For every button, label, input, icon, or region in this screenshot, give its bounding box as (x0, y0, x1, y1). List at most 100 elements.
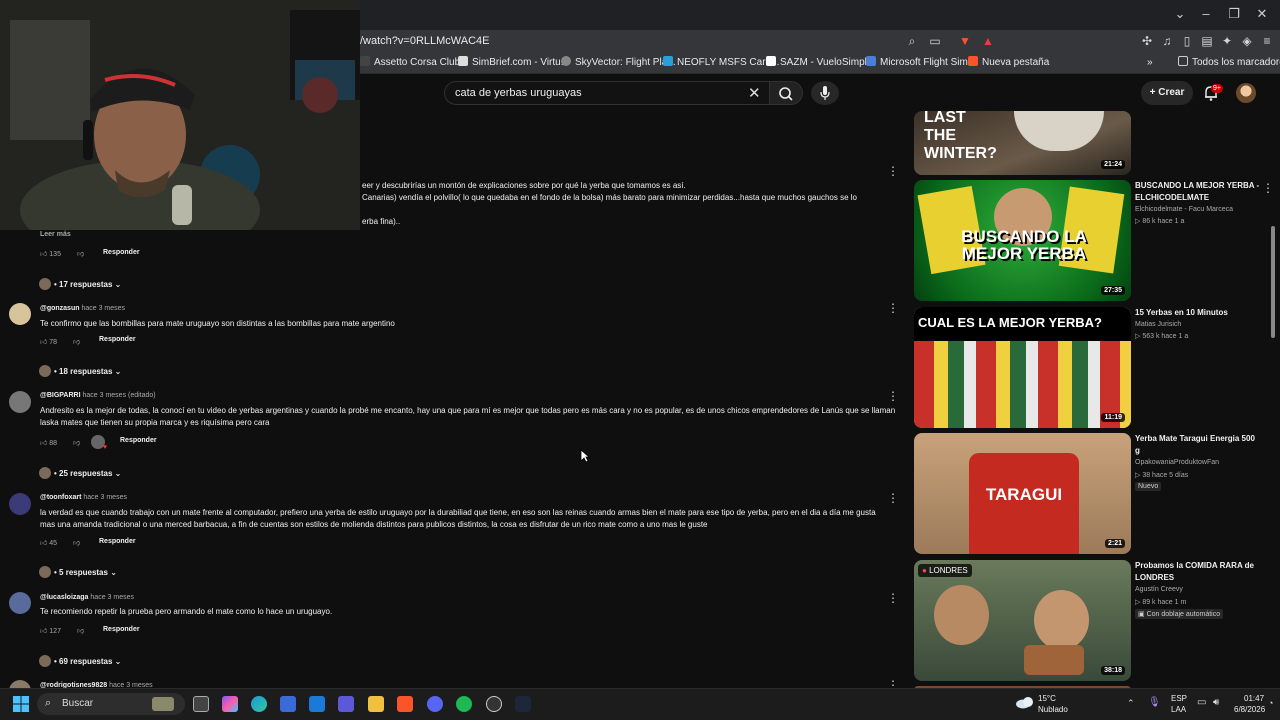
more-options-icon[interactable]: ⋮ (887, 164, 899, 178)
comment-author[interactable]: @lucasloizaga hace 3 meses (40, 594, 134, 601)
reply-button[interactable]: Responder (120, 437, 157, 444)
task-view-icon[interactable] (193, 696, 209, 712)
search-button[interactable] (769, 81, 803, 105)
video-channel[interactable]: OpakowaniaProduktowFan (1135, 459, 1219, 466)
steam-icon[interactable] (515, 696, 531, 712)
cloud-icon[interactable] (1015, 695, 1035, 709)
microphone-icon[interactable]: 🎙︎ (1148, 697, 1161, 708)
copilot-icon[interactable] (222, 696, 238, 712)
chevron-up-icon[interactable]: ⌃ (1127, 698, 1135, 709)
comment-author[interactable]: @BIGPARRI hace 3 meses (editado) (40, 392, 156, 399)
video-thumbnail[interactable]: ● LONDRES 38:18 (914, 560, 1131, 681)
thumbs-down-icon[interactable]: 👎︎ (73, 438, 80, 447)
avatar[interactable] (9, 391, 31, 413)
view-replies-button[interactable]: • 17 respuestas ⌄ (39, 278, 121, 290)
file-explorer-icon[interactable] (368, 696, 384, 712)
thumbs-down-icon[interactable]: 👎︎ (73, 337, 80, 346)
clock-time[interactable]: 01:47 (1244, 694, 1264, 703)
video-channel[interactable]: Matias Jurisich (1135, 321, 1181, 328)
reply-button[interactable]: Responder (103, 626, 140, 633)
volume-icon[interactable]: 🔊︎ (1213, 697, 1219, 708)
extensions-icon[interactable]: ✣ (1139, 33, 1155, 49)
all-bookmarks[interactable]: Todos los marcadores (1178, 52, 1280, 74)
video-thumbnail[interactable]: BUSCANDO LA MEJOR YERBA 27:35 (914, 180, 1131, 301)
video-channel[interactable]: Agustín Creevy (1135, 586, 1183, 593)
clock-date[interactable]: 6/8/2026 (1234, 705, 1265, 714)
voice-search-button[interactable] (811, 81, 839, 105)
minimize-icon[interactable]: – (1196, 6, 1216, 21)
avatar[interactable] (9, 592, 31, 614)
close-icon[interactable]: ✕ (1252, 6, 1272, 22)
spotify-icon[interactable] (456, 696, 472, 712)
notifications-icon[interactable]: ◔ (1268, 698, 1273, 708)
account-avatar[interactable] (1236, 83, 1256, 103)
bookmark-item[interactable]: Nueva pestaña (968, 52, 1049, 74)
store-icon[interactable] (280, 696, 296, 712)
video-title[interactable]: BUSCANDO LA MEJOR YERBA - ELCHICODELMATE (1135, 180, 1260, 204)
view-replies-button[interactable]: • 25 respuestas ⌄ (39, 467, 121, 479)
thumbs-down-icon[interactable]: 👎︎ (73, 538, 80, 547)
discord-icon[interactable] (427, 696, 443, 712)
sidebar-icon[interactable]: ▯ (1179, 33, 1195, 49)
reply-button[interactable]: Responder (103, 249, 140, 256)
bookmark-item[interactable]: Assetto Corsa Club... (360, 52, 468, 74)
menu-icon[interactable]: ≡ (1259, 33, 1275, 49)
wallet-icon[interactable]: ▤ (1199, 33, 1215, 49)
windows-start-icon[interactable] (13, 696, 29, 712)
like-button[interactable]: 👍︎ 88 (40, 438, 57, 447)
like-button[interactable]: 👍︎ 78 (40, 337, 57, 346)
brave-icon[interactable] (397, 696, 413, 712)
scrollbar-thumb[interactable] (1271, 226, 1275, 338)
more-options-icon[interactable]: ⋮ (887, 389, 899, 403)
teams-icon[interactable] (338, 696, 354, 712)
like-button[interactable]: 👍︎ 135 (40, 249, 61, 258)
bookmark-item[interactable]: SAZM - VueloSimple (766, 52, 872, 74)
view-replies-button[interactable]: • 69 respuestas ⌄ (39, 655, 121, 667)
video-title[interactable]: Yerba Mate Taragui Energia 500 g (1135, 433, 1260, 457)
avatar[interactable] (9, 303, 31, 325)
video-channel[interactable]: Elchicodelmate - Facu Marceca (1135, 206, 1233, 213)
url-field[interactable]: /watch?v=0RLLMcWAC4E (360, 30, 490, 52)
leo-icon[interactable]: ✦ (1219, 33, 1235, 49)
network-icon[interactable]: ▭ (1197, 697, 1206, 708)
brave-rewards-icon[interactable]: ▲ (980, 33, 996, 49)
brave-shield-icon[interactable]: ▼ (957, 33, 973, 49)
read-more-link[interactable]: Leer más (40, 231, 71, 238)
create-button[interactable]: + Crear (1141, 81, 1193, 105)
reply-button[interactable]: Responder (99, 336, 136, 343)
view-replies-button[interactable]: • 5 respuestas ⌄ (39, 566, 117, 578)
like-button[interactable]: 👍︎ 45 (40, 538, 57, 547)
video-thumbnail[interactable]: TARAGUI 2:21 (914, 433, 1131, 554)
more-options-icon[interactable]: ⋮ (887, 591, 899, 605)
zoom-icon[interactable]: ⌕ (904, 33, 920, 49)
video-title[interactable]: Probamos la COMIDA RARA de LONDRES (1135, 560, 1260, 584)
comment-author[interactable]: @toonfoxart hace 3 meses (40, 494, 127, 501)
comment-author[interactable]: @gonzasun hace 3 meses (40, 305, 125, 312)
thumbs-down-icon[interactable]: 👎︎ (77, 249, 84, 258)
chevron-down-icon[interactable]: ⌄ (1170, 6, 1190, 22)
thumbs-down-icon[interactable]: 👎︎ (77, 626, 84, 635)
more-options-icon[interactable]: ⋮ (1262, 181, 1274, 195)
chevron-right-icon[interactable]: » (1147, 52, 1153, 74)
like-button[interactable]: 👍︎ 127 (40, 626, 61, 635)
outlook-icon[interactable] (309, 696, 325, 712)
video-thumbnail[interactable]: LAST THE WINTER? 21:24 (914, 111, 1131, 175)
reply-button[interactable]: Responder (99, 538, 136, 545)
restore-icon[interactable]: ❐ (1224, 6, 1244, 22)
avatar[interactable] (9, 493, 31, 515)
video-thumbnail[interactable]: CUAL ES LA MEJOR YERBA? 11:19 (914, 307, 1131, 428)
cast-icon[interactable]: ▭ (927, 33, 943, 49)
media-icon[interactable]: ♫ (1159, 33, 1175, 49)
video-title[interactable]: 15 Yerbas en 10 Minutos (1135, 307, 1260, 319)
clear-search-icon[interactable]: ✕ (748, 84, 761, 102)
bookmark-item[interactable]: SkyVector: Flight Pla... (561, 52, 676, 74)
more-options-icon[interactable]: ⋮ (887, 301, 899, 315)
more-options-icon[interactable]: ⋮ (887, 491, 899, 505)
bookmark-item[interactable]: SimBrief.com - Virtu... (458, 52, 569, 74)
steering-wheel-icon[interactable] (486, 696, 502, 712)
view-replies-button[interactable]: • 18 respuestas ⌄ (39, 365, 121, 377)
bookmark-item[interactable]: NEOFLY MSFS Care... (663, 52, 779, 74)
edge-icon[interactable] (251, 696, 267, 712)
bookmark-item[interactable]: Microsoft Flight Sim... (866, 52, 976, 74)
vpn-icon[interactable]: ◈ (1239, 33, 1255, 49)
